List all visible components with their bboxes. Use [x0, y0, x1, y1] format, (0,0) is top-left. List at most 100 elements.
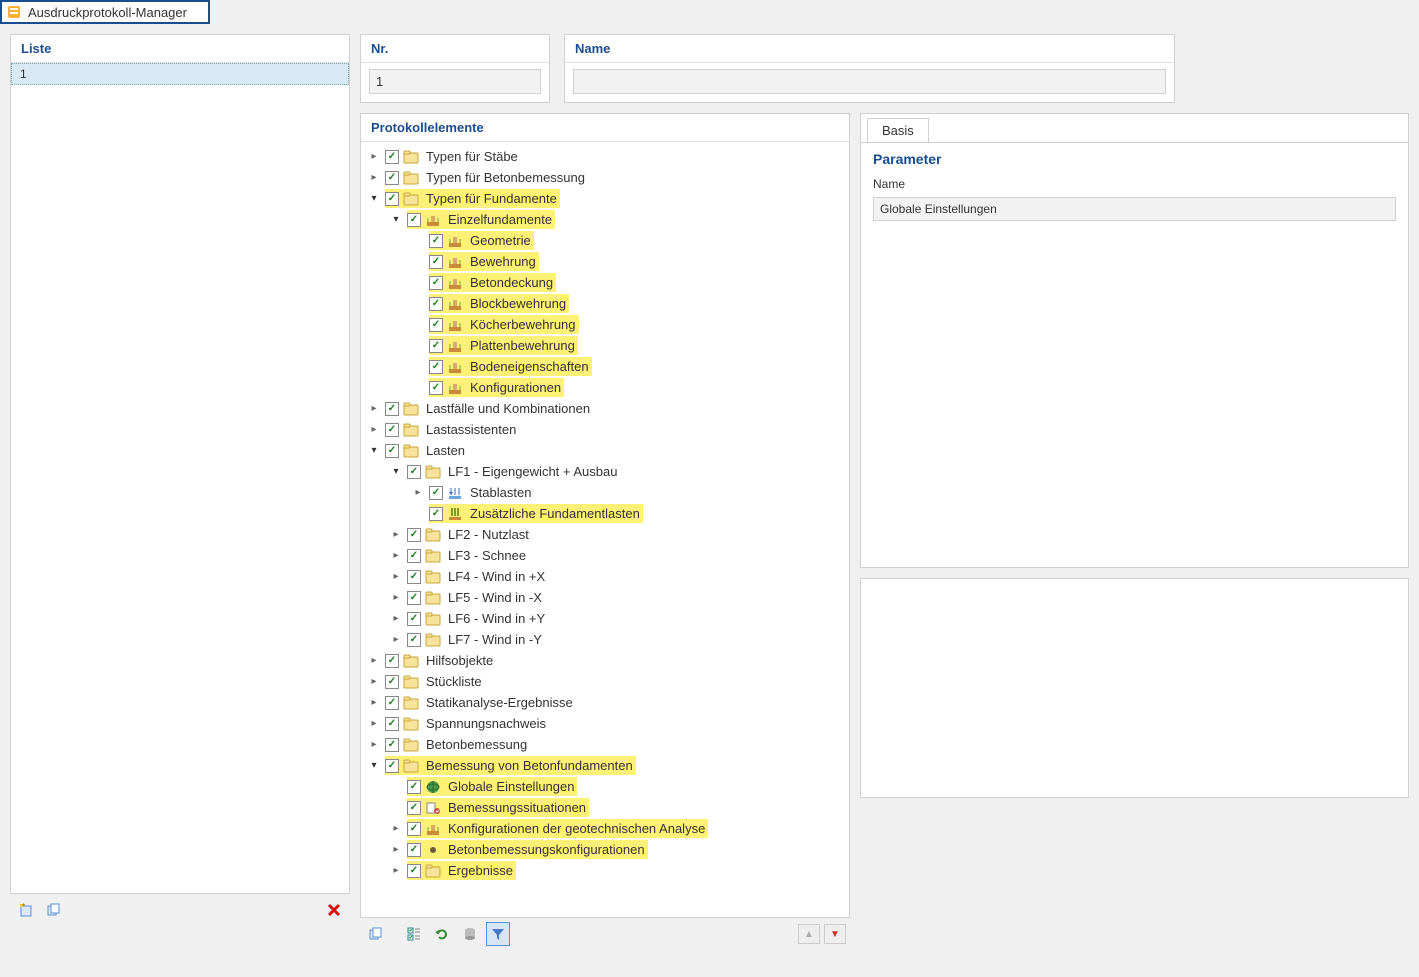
tree-checkbox[interactable]	[429, 360, 443, 374]
tree-expand-icon[interactable]: ▸	[389, 861, 403, 880]
tree-node[interactable]: ▸Lastassistenten	[361, 419, 849, 440]
delete-button[interactable]	[322, 898, 346, 922]
tree-node[interactable]: ▸LF3 - Schnee	[361, 545, 849, 566]
tree-node[interactable]: ▸LF5 - Wind in -X	[361, 587, 849, 608]
tree-checkbox[interactable]	[385, 423, 399, 437]
tree-checkbox[interactable]	[407, 570, 421, 584]
name-input[interactable]	[573, 69, 1166, 94]
tree-expand-icon[interactable]: ▸	[389, 609, 403, 628]
tree-node[interactable]: ▸Köcherbewehrung	[361, 314, 849, 335]
tree-checkbox[interactable]	[407, 633, 421, 647]
filter-button[interactable]	[486, 922, 510, 946]
tree-expand-icon[interactable]: ▸	[389, 546, 403, 565]
tree-expand-icon[interactable]: ▾	[389, 210, 403, 229]
tree-node[interactable]: ▸LF2 - Nutzlast	[361, 524, 849, 545]
tree-checkbox[interactable]	[429, 318, 443, 332]
tree-node[interactable]: ▸Konfigurationen der geotechnischen Anal…	[361, 818, 849, 839]
tree-node[interactable]: ▾Bemessung von Betonfundamenten	[361, 755, 849, 776]
tree-node[interactable]: ▸Stückliste	[361, 671, 849, 692]
tree-checkbox[interactable]	[385, 150, 399, 164]
tree-node[interactable]: ▸Betondeckung	[361, 272, 849, 293]
tree-checkbox[interactable]	[429, 297, 443, 311]
tree-copy-button[interactable]	[364, 922, 388, 946]
tree-expand-icon[interactable]: ▸	[389, 840, 403, 859]
tree-node[interactable]: ▸LF7 - Wind in -Y	[361, 629, 849, 650]
tree-checkbox[interactable]	[407, 801, 421, 815]
tree-checkbox[interactable]	[407, 465, 421, 479]
tree-expand-icon[interactable]: ▸	[367, 651, 381, 670]
tree-expand-icon[interactable]: ▾	[367, 756, 381, 775]
tab-basis[interactable]: Basis	[867, 118, 929, 142]
tree-expand-icon[interactable]: ▾	[389, 462, 403, 481]
tree-node[interactable]: ▾Typen für Fundamente	[361, 188, 849, 209]
protokoll-tree[interactable]: ▸Typen für Stäbe▸Typen für Betonbemessun…	[361, 142, 849, 917]
tree-checkbox[interactable]	[385, 654, 399, 668]
tree-node[interactable]: ▾Lasten	[361, 440, 849, 461]
tree-expand-icon[interactable]: ▸	[367, 399, 381, 418]
tree-expand-icon[interactable]: ▸	[389, 588, 403, 607]
tree-checkbox[interactable]	[407, 864, 421, 878]
copy-button[interactable]	[42, 898, 66, 922]
tree-expand-icon[interactable]: ▾	[367, 441, 381, 460]
tree-checkbox[interactable]	[407, 528, 421, 542]
tree-expand-icon[interactable]: ▸	[367, 735, 381, 754]
tree-node[interactable]: ▾LF1 - Eigengewicht + Ausbau	[361, 461, 849, 482]
tree-node[interactable]: ▸Blockbewehrung	[361, 293, 849, 314]
tree-checkbox[interactable]	[385, 675, 399, 689]
tree-checkbox[interactable]	[407, 591, 421, 605]
tree-expand-icon[interactable]: ▸	[411, 483, 425, 502]
tree-node[interactable]: ▸Plattenbewehrung	[361, 335, 849, 356]
tree-checkbox[interactable]	[429, 507, 443, 521]
tree-node[interactable]: ▸Konfigurationen	[361, 377, 849, 398]
tree-checkbox[interactable]	[429, 255, 443, 269]
tree-expand-icon[interactable]: ▸	[389, 567, 403, 586]
tree-checkbox[interactable]	[407, 822, 421, 836]
tree-checkbox[interactable]	[429, 234, 443, 248]
tree-checkbox[interactable]	[407, 780, 421, 794]
move-up-button[interactable]: ▲	[798, 924, 820, 944]
tree-node[interactable]: ▸Bemessungssituationen	[361, 797, 849, 818]
tree-node[interactable]: ▸Geometrie	[361, 230, 849, 251]
tree-node[interactable]: ▸Zusätzliche Fundamentlasten	[361, 503, 849, 524]
database-button[interactable]	[458, 922, 482, 946]
tree-node[interactable]: ▸Typen für Stäbe	[361, 146, 849, 167]
tree-node[interactable]: ▾Einzelfundamente	[361, 209, 849, 230]
tree-checkbox[interactable]	[385, 738, 399, 752]
tree-checkbox[interactable]	[385, 171, 399, 185]
tree-checkbox[interactable]	[407, 549, 421, 563]
checkall-button[interactable]	[402, 922, 426, 946]
tree-node[interactable]: ▸Typen für Betonbemessung	[361, 167, 849, 188]
tree-checkbox[interactable]	[429, 486, 443, 500]
tree-node[interactable]: ▸Betonbemessung	[361, 734, 849, 755]
param-name-value[interactable]: Globale Einstellungen	[873, 197, 1396, 221]
tree-node[interactable]: ▸LF4 - Wind in +X	[361, 566, 849, 587]
tree-expand-icon[interactable]: ▸	[367, 420, 381, 439]
tree-node[interactable]: ▸Globale Einstellungen	[361, 776, 849, 797]
tree-expand-icon[interactable]: ▸	[367, 147, 381, 166]
tree-checkbox[interactable]	[429, 339, 443, 353]
tree-node[interactable]: ▸Spannungsnachweis	[361, 713, 849, 734]
tree-checkbox[interactable]	[407, 213, 421, 227]
tree-node[interactable]: ▸Statikanalyse-Ergebnisse	[361, 692, 849, 713]
tree-node[interactable]: ▸Bewehrung	[361, 251, 849, 272]
tree-checkbox[interactable]	[429, 276, 443, 290]
tree-checkbox[interactable]	[407, 612, 421, 626]
tree-checkbox[interactable]	[385, 402, 399, 416]
tree-checkbox[interactable]	[429, 381, 443, 395]
tree-expand-icon[interactable]: ▸	[389, 525, 403, 544]
tree-node[interactable]: ▸Betonbemessungskonfigurationen	[361, 839, 849, 860]
tree-checkbox[interactable]	[407, 843, 421, 857]
tree-expand-icon[interactable]: ▸	[389, 819, 403, 838]
nr-input[interactable]	[369, 69, 541, 94]
tree-node[interactable]: ▸LF6 - Wind in +Y	[361, 608, 849, 629]
tree-node[interactable]: ▸Bodeneigenschaften	[361, 356, 849, 377]
tree-node[interactable]: ▸Ergebnisse	[361, 860, 849, 881]
tree-expand-icon[interactable]: ▸	[367, 672, 381, 691]
tree-checkbox[interactable]	[385, 759, 399, 773]
tree-checkbox[interactable]	[385, 696, 399, 710]
new-button[interactable]	[14, 898, 38, 922]
tree-node[interactable]: ▸Hilfsobjekte	[361, 650, 849, 671]
tree-expand-icon[interactable]: ▸	[389, 630, 403, 649]
tree-node[interactable]: ▸Lastfälle und Kombinationen	[361, 398, 849, 419]
liste-row[interactable]: 1	[11, 63, 349, 85]
